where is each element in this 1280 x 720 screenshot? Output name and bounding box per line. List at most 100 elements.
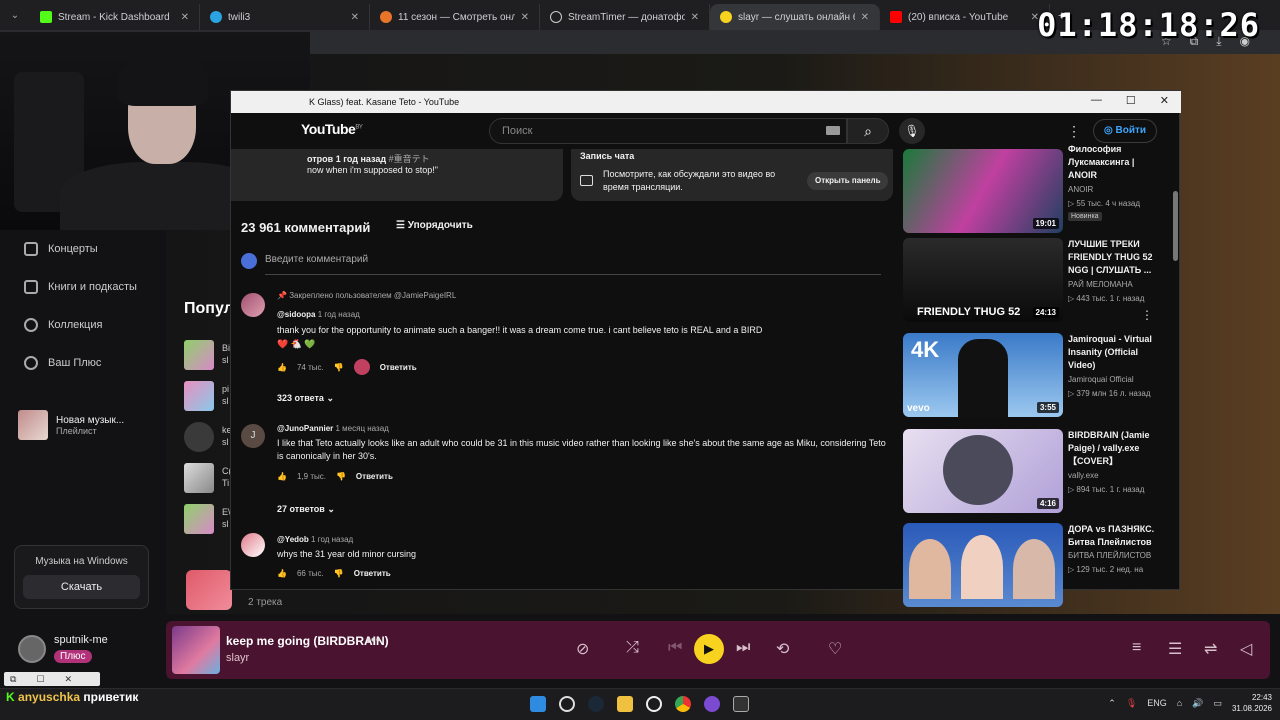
- now-playing-cover[interactable]: [172, 626, 220, 674]
- replies-toggle[interactable]: 27 ответов ⌄: [277, 504, 335, 515]
- comment-author[interactable]: @JunoPannier 1 месяц назад: [277, 424, 389, 433]
- recommended-video[interactable]: FRIENDLY THUG 52 24:13 ЛУЧШИЕ ТРЕКИ FRIE…: [903, 238, 1171, 324]
- battery-icon[interactable]: ▭: [1213, 698, 1222, 709]
- thumbs-down-icon[interactable]: 👎: [336, 472, 346, 481]
- more-options-button[interactable]: •••: [366, 631, 381, 647]
- video-thumbnail[interactable]: 19:01: [903, 149, 1063, 233]
- sign-in-button[interactable]: ◎ Войти: [1093, 119, 1158, 143]
- previous-icon[interactable]: ⏮: [668, 639, 682, 657]
- maximize-icon[interactable]: ☐: [36, 672, 44, 686]
- thumbs-up-icon[interactable]: 👍: [277, 363, 287, 372]
- video-title[interactable]: ЛУЧШИЕ ТРЕКИ FRIENDLY THUG 52 NGG | СЛУШ…: [1068, 238, 1160, 277]
- now-playing-artist[interactable]: slayr: [226, 652, 249, 664]
- now-playing-title[interactable]: keep me going (BIRDBRAIN): [226, 634, 389, 648]
- thumbs-up-icon[interactable]: 👍: [277, 472, 287, 481]
- thumbs-down-icon[interactable]: 👎: [334, 569, 344, 578]
- thumbs-down-icon[interactable]: 👎: [334, 363, 344, 372]
- user-profile[interactable]: sputnik-me Плюс: [18, 634, 108, 664]
- track-cover[interactable]: [184, 340, 214, 370]
- channel-name[interactable]: БИТВА ПЛЕЙЛИСТОВ: [1068, 551, 1151, 560]
- next-icon[interactable]: ⏭: [736, 639, 750, 657]
- reply-button[interactable]: Ответить: [380, 363, 417, 372]
- language-indicator[interactable]: ENG: [1147, 698, 1167, 708]
- keyboard-icon[interactable]: [826, 126, 840, 135]
- like-icon[interactable]: ♡: [828, 639, 842, 659]
- replies-toggle[interactable]: 323 ответа ⌄: [277, 393, 334, 404]
- recommended-video[interactable]: 4:16 BIRDBRAIN (Jamie Paige) / vally.exe…: [903, 429, 1171, 515]
- tab-twili[interactable]: twili3 ✕: [200, 4, 370, 30]
- channel-name[interactable]: РАЙ МЕЛОМАНА: [1068, 280, 1133, 289]
- avatar[interactable]: [241, 533, 265, 557]
- play-overlay-icon[interactable]: [184, 422, 214, 452]
- recommended-video[interactable]: 4K vevo 3:55 Jamiroquai - Virtual Insani…: [903, 333, 1171, 419]
- close-icon[interactable]: ✕: [1160, 94, 1169, 107]
- maximize-icon[interactable]: ☐: [1126, 94, 1136, 107]
- search-input[interactable]: Поиск: [489, 118, 847, 144]
- video-title[interactable]: Философия Луксмаксинга | ANOIR: [1068, 143, 1160, 182]
- sidebar-item-collection[interactable]: Коллекция: [0, 306, 166, 344]
- comment-input[interactable]: Введите комментарий: [265, 254, 881, 275]
- sort-button[interactable]: ☰ Упорядочить: [396, 220, 473, 231]
- close-icon[interactable]: ✕: [521, 12, 529, 23]
- equalizer-icon[interactable]: ⇌: [1204, 639, 1217, 659]
- mic-icon[interactable]: 🎙: [1126, 698, 1137, 709]
- track-cover[interactable]: [184, 463, 214, 493]
- search-button[interactable]: ⌕: [847, 118, 889, 144]
- tab-slayr[interactable]: slayr — слушать онлайн беспл✕: [710, 4, 880, 30]
- comment-author[interactable]: @Yedob 1 год назад: [277, 535, 353, 544]
- video-title[interactable]: Jamiroquai - Virtual Insanity (Official …: [1068, 333, 1160, 372]
- close-icon[interactable]: ✕: [65, 672, 73, 686]
- avatar[interactable]: J: [241, 424, 265, 448]
- channel-name[interactable]: Jamiroquai Official: [1068, 375, 1134, 384]
- close-icon[interactable]: ✕: [861, 12, 869, 23]
- video-title[interactable]: ДОРА vs ПАЗНЯКС. Битва Плейлистов: [1068, 523, 1160, 549]
- sidebar-item-plus[interactable]: Ваш Плюс: [0, 344, 166, 382]
- track-cover[interactable]: [184, 381, 214, 411]
- search-icon[interactable]: [559, 696, 575, 712]
- sidebar-item-books[interactable]: Книги и подкасты: [0, 268, 166, 306]
- more-vert-icon[interactable]: ⋮: [1141, 308, 1153, 322]
- close-icon[interactable]: ✕: [181, 12, 189, 23]
- app-icon[interactable]: [704, 696, 720, 712]
- tab-kick[interactable]: Stream - Kick Dashboard ✕: [30, 4, 200, 30]
- chevron-up-icon[interactable]: ⌃: [1108, 698, 1116, 709]
- restore-icon[interactable]: ⧉: [10, 672, 16, 686]
- channel-name[interactable]: vally.exe: [1068, 471, 1099, 480]
- scrollbar[interactable]: [1173, 191, 1178, 261]
- channel-name[interactable]: ANOIR: [1068, 185, 1093, 194]
- close-icon[interactable]: ✕: [691, 12, 699, 23]
- file-explorer-icon[interactable]: [617, 696, 633, 712]
- download-app-button[interactable]: Скачать: [23, 575, 140, 599]
- steam-icon[interactable]: [588, 696, 604, 712]
- windows-start-icon[interactable]: [530, 696, 546, 712]
- clock[interactable]: 22:43 31.08.2026: [1232, 692, 1272, 714]
- reply-button[interactable]: Ответить: [356, 472, 393, 481]
- settings-menu-icon[interactable]: ⋮: [1067, 123, 1081, 140]
- comment-author[interactable]: @sidoopa 1 год назад: [277, 310, 360, 319]
- video-thumbnail[interactable]: 4:16: [903, 429, 1063, 513]
- tab-season[interactable]: 11 сезон — Смотреть онлайн✕: [370, 4, 540, 30]
- network-icon[interactable]: ⌂: [1177, 698, 1182, 708]
- youtube-logo[interactable]: YouTubeBY: [301, 121, 363, 137]
- track-cover[interactable]: [184, 504, 214, 534]
- minimize-icon[interactable]: —: [1091, 94, 1102, 107]
- reply-button[interactable]: Ответить: [354, 569, 391, 578]
- mic-icon[interactable]: 🎙: [899, 118, 925, 144]
- video-thumbnail[interactable]: [903, 523, 1063, 607]
- shuffle-icon[interactable]: ⤮: [626, 639, 639, 657]
- sidebar-item-concerts[interactable]: Концерты: [0, 230, 166, 268]
- close-icon[interactable]: ✕: [351, 12, 359, 23]
- lyrics-icon[interactable]: ≡: [1132, 639, 1141, 657]
- video-thumbnail[interactable]: 4K vevo 3:55: [903, 333, 1063, 417]
- avatar[interactable]: [241, 293, 265, 317]
- queue-icon[interactable]: ☰: [1168, 639, 1182, 659]
- tab-menu-icon[interactable]: ⌄: [0, 10, 30, 21]
- open-chat-button[interactable]: Открыть панель: [807, 172, 889, 190]
- obs-icon[interactable]: [646, 696, 662, 712]
- repeat-icon[interactable]: ⟲: [776, 639, 789, 659]
- sidebar-playlist[interactable]: Новая музык... Плейлист: [18, 410, 124, 440]
- dislike-icon[interactable]: ⊘: [576, 639, 589, 659]
- video-title[interactable]: BIRDBRAIN (Jamie Paige) / vally.exe 【COV…: [1068, 429, 1160, 468]
- terminal-icon[interactable]: [733, 696, 749, 712]
- chrome-icon[interactable]: [675, 696, 691, 712]
